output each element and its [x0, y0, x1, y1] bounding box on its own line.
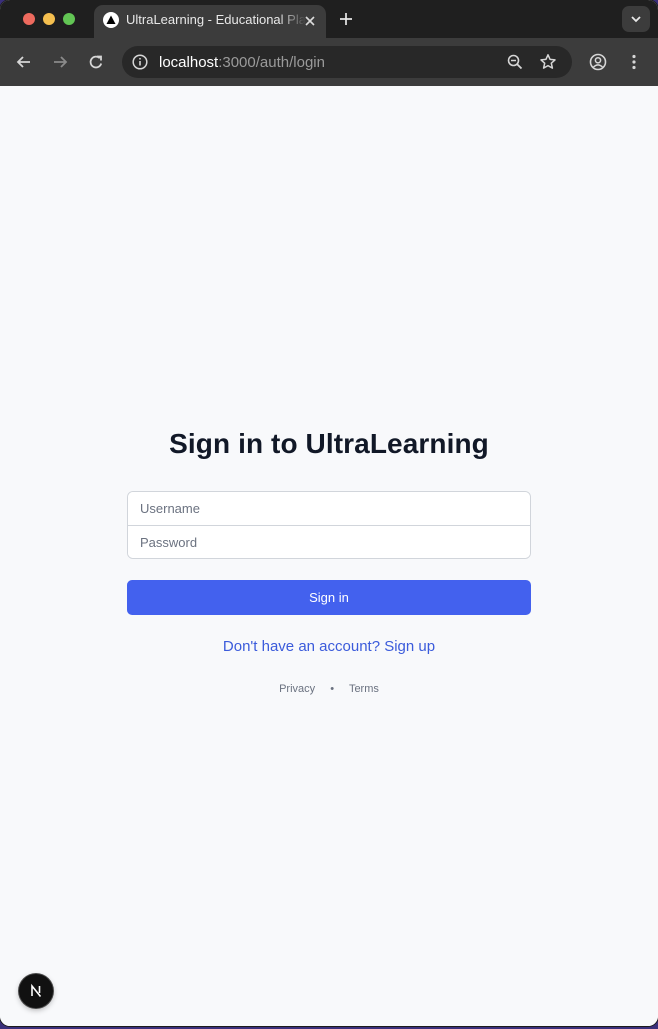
browser-window: UltraLearning - Educational Platform loc…	[0, 0, 658, 1026]
window-close-button[interactable]	[23, 13, 35, 25]
triangle-icon	[103, 12, 119, 28]
sign-up-link[interactable]: Don't have an account? Sign up	[127, 638, 531, 655]
profile-icon[interactable]	[588, 52, 608, 72]
chevron-down-icon	[631, 16, 641, 23]
kebab-menu-icon[interactable]	[624, 52, 644, 72]
nextjs-icon[interactable]	[19, 974, 53, 1008]
back-arrow-icon[interactable]	[14, 52, 34, 72]
page-viewport: Sign in to UltraLearning Sign in Don't h…	[0, 86, 658, 1026]
close-icon[interactable]	[302, 13, 318, 29]
address-bar[interactable]: localhost:3000/auth/login	[122, 46, 572, 78]
privacy-link[interactable]: Privacy	[279, 683, 315, 695]
url-path: :3000/auth/login	[218, 54, 325, 71]
tab-search-button[interactable]	[622, 6, 650, 32]
footer-separator: •	[330, 683, 335, 695]
reload-icon[interactable]	[86, 52, 106, 72]
url-text[interactable]: localhost:3000/auth/login	[159, 54, 325, 71]
window-maximize-button[interactable]	[63, 13, 75, 25]
username-field[interactable]	[128, 492, 530, 525]
star-icon[interactable]	[538, 52, 558, 72]
info-icon[interactable]	[131, 53, 149, 71]
login-form: Sign in to UltraLearning Sign in Don't h…	[127, 426, 531, 695]
footer-links: Privacy • Terms	[127, 683, 531, 695]
credentials-group	[127, 491, 531, 559]
browser-toolbar: localhost:3000/auth/login	[0, 38, 658, 86]
plus-icon[interactable]	[337, 10, 355, 28]
page-title: Sign in to UltraLearning	[169, 428, 489, 459]
password-field[interactable]	[128, 525, 530, 558]
url-host: localhost	[159, 54, 219, 71]
sign-in-button[interactable]: Sign in	[127, 580, 531, 615]
window-minimize-button[interactable]	[43, 13, 55, 25]
tab-title: UltraLearning - Educational Platform	[126, 12, 306, 27]
zoom-out-icon[interactable]	[506, 53, 524, 71]
tab-strip: UltraLearning - Educational Platform	[0, 0, 658, 38]
terms-link[interactable]: Terms	[349, 683, 379, 695]
forward-arrow-icon[interactable]	[50, 52, 70, 72]
tab-active[interactable]: UltraLearning - Educational Platform	[94, 5, 326, 38]
